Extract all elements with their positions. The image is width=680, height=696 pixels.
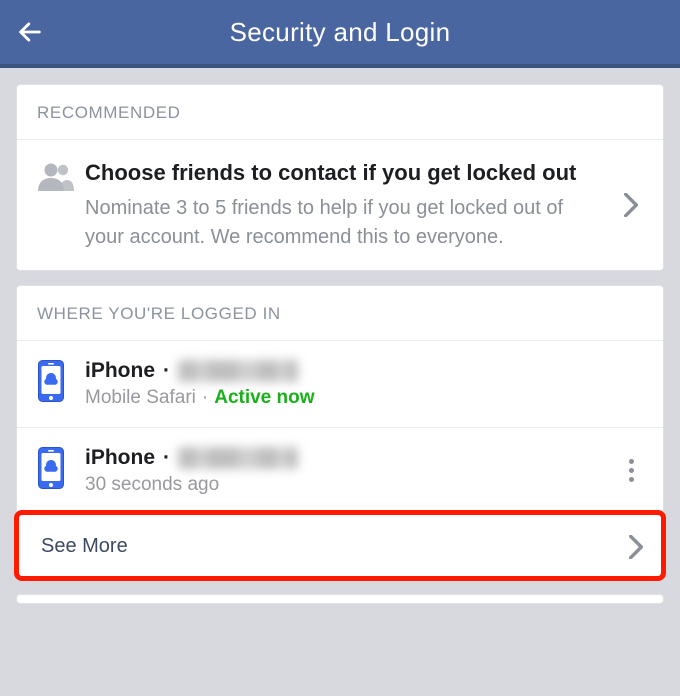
session-options-button[interactable] [629, 459, 634, 482]
see-more-label: See More [41, 535, 128, 558]
page-title: Security and Login [0, 17, 680, 48]
recommended-section-header: RECOMMENDED [17, 85, 663, 140]
sessions-section-header: WHERE YOU'RE LOGGED IN [17, 286, 663, 341]
friends-icon [37, 158, 85, 192]
chevron-right-icon [624, 193, 638, 217]
trusted-contacts-title: Choose friends to contact if you get loc… [85, 158, 603, 188]
next-card-peek [16, 594, 664, 604]
recommended-card: RECOMMENDED Choose friends to contact if… [16, 84, 664, 271]
session-row[interactable]: iPhone · Mobile Safari·Active now [17, 341, 663, 427]
see-more-row[interactable]: See More [17, 514, 663, 579]
back-arrow-icon [16, 18, 44, 46]
app-header: Security and Login [0, 0, 680, 68]
session-status: Active now [214, 387, 314, 408]
chevron-right-icon [629, 535, 643, 559]
session-browser: Mobile Safari [85, 387, 196, 408]
trusted-contacts-subtitle: Nominate 3 to 5 friends to help if you g… [85, 194, 603, 252]
session-row[interactable]: iPhone · 30 seconds ago [17, 427, 663, 514]
phone-icon [37, 359, 85, 403]
back-button[interactable] [0, 0, 60, 66]
session-location-redacted [178, 360, 298, 382]
session-device: iPhone [85, 359, 155, 383]
session-timestamp: 30 seconds ago [85, 474, 219, 495]
sessions-card: WHERE YOU'RE LOGGED IN iPhone · Mobile S… [16, 285, 664, 580]
session-device: iPhone [85, 446, 155, 470]
session-location-redacted [178, 447, 298, 469]
phone-icon [37, 446, 85, 490]
trusted-contacts-row[interactable]: Choose friends to contact if you get loc… [17, 140, 663, 270]
